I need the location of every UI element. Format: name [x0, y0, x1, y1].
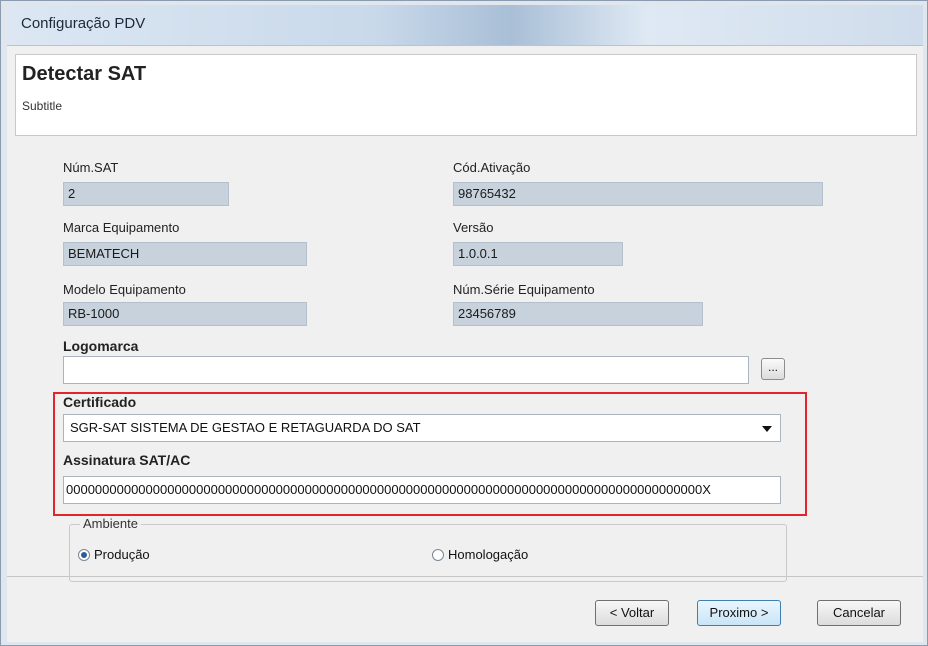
- num-serie-field[interactable]: 23456789: [453, 302, 703, 326]
- num-serie-label: Núm.Série Equipamento: [453, 282, 595, 297]
- marca-field[interactable]: BEMATECH: [63, 242, 307, 266]
- radio-homologacao-label: Homologação: [448, 547, 529, 562]
- versao-label: Versão: [453, 220, 494, 235]
- footer-divider: [7, 576, 923, 577]
- num-sat-field[interactable]: 2: [63, 182, 229, 206]
- page-subtitle: Subtitle: [22, 99, 63, 113]
- page-title: Detectar SAT: [22, 63, 147, 85]
- radio-unchecked-icon[interactable]: [432, 548, 444, 561]
- assinatura-label: Assinatura SAT/AC: [63, 452, 191, 468]
- window-title: Configuração PDV: [21, 15, 146, 32]
- wizard-header: Detectar SAT Subtitle: [15, 54, 917, 136]
- next-button[interactable]: Proximo >: [697, 600, 781, 626]
- radio-homologacao[interactable]: Homologação: [432, 547, 528, 562]
- assinatura-input[interactable]: 0000000000000000000000000000000000000000…: [63, 476, 781, 504]
- versao-field[interactable]: 1.0.0.1: [453, 242, 623, 266]
- title-bar[interactable]: Configuração PDV: [7, 5, 923, 45]
- cod-ativacao-label: Cód.Ativação: [453, 160, 531, 175]
- marca-label: Marca Equipamento: [63, 220, 180, 235]
- num-sat-label: Núm.SAT: [63, 160, 119, 175]
- certificado-value: SGR-SAT SISTEMA DE GESTAO E RETAGUARDA D…: [70, 420, 421, 435]
- ambiente-group: Ambiente Produção Homologação: [69, 516, 787, 582]
- wizard-client-area: Detectar SAT Subtitle Núm.SAT 2 Cód.Ativ…: [7, 45, 923, 642]
- modelo-label: Modelo Equipamento: [63, 282, 186, 297]
- cod-ativacao-field[interactable]: 98765432: [453, 182, 823, 206]
- radio-producao-label: Produção: [94, 547, 150, 562]
- browse-logo-button[interactable]: ...: [761, 358, 785, 380]
- back-button[interactable]: < Voltar: [595, 600, 669, 626]
- modelo-field[interactable]: RB-1000: [63, 302, 307, 326]
- certificado-label: Certificado: [63, 394, 137, 410]
- cancel-button[interactable]: Cancelar: [817, 600, 901, 626]
- certificado-select[interactable]: SGR-SAT SISTEMA DE GESTAO E RETAGUARDA D…: [63, 414, 781, 442]
- logomarca-input[interactable]: [63, 356, 749, 384]
- wizard-window: Configuração PDV Detectar SAT Subtitle N…: [0, 0, 928, 646]
- radio-producao[interactable]: Produção: [78, 547, 150, 562]
- ambiente-legend: Ambiente: [80, 516, 141, 531]
- chevron-down-icon[interactable]: [762, 426, 772, 432]
- radio-checked-icon[interactable]: [78, 548, 90, 561]
- logomarca-label: Logomarca: [63, 338, 139, 354]
